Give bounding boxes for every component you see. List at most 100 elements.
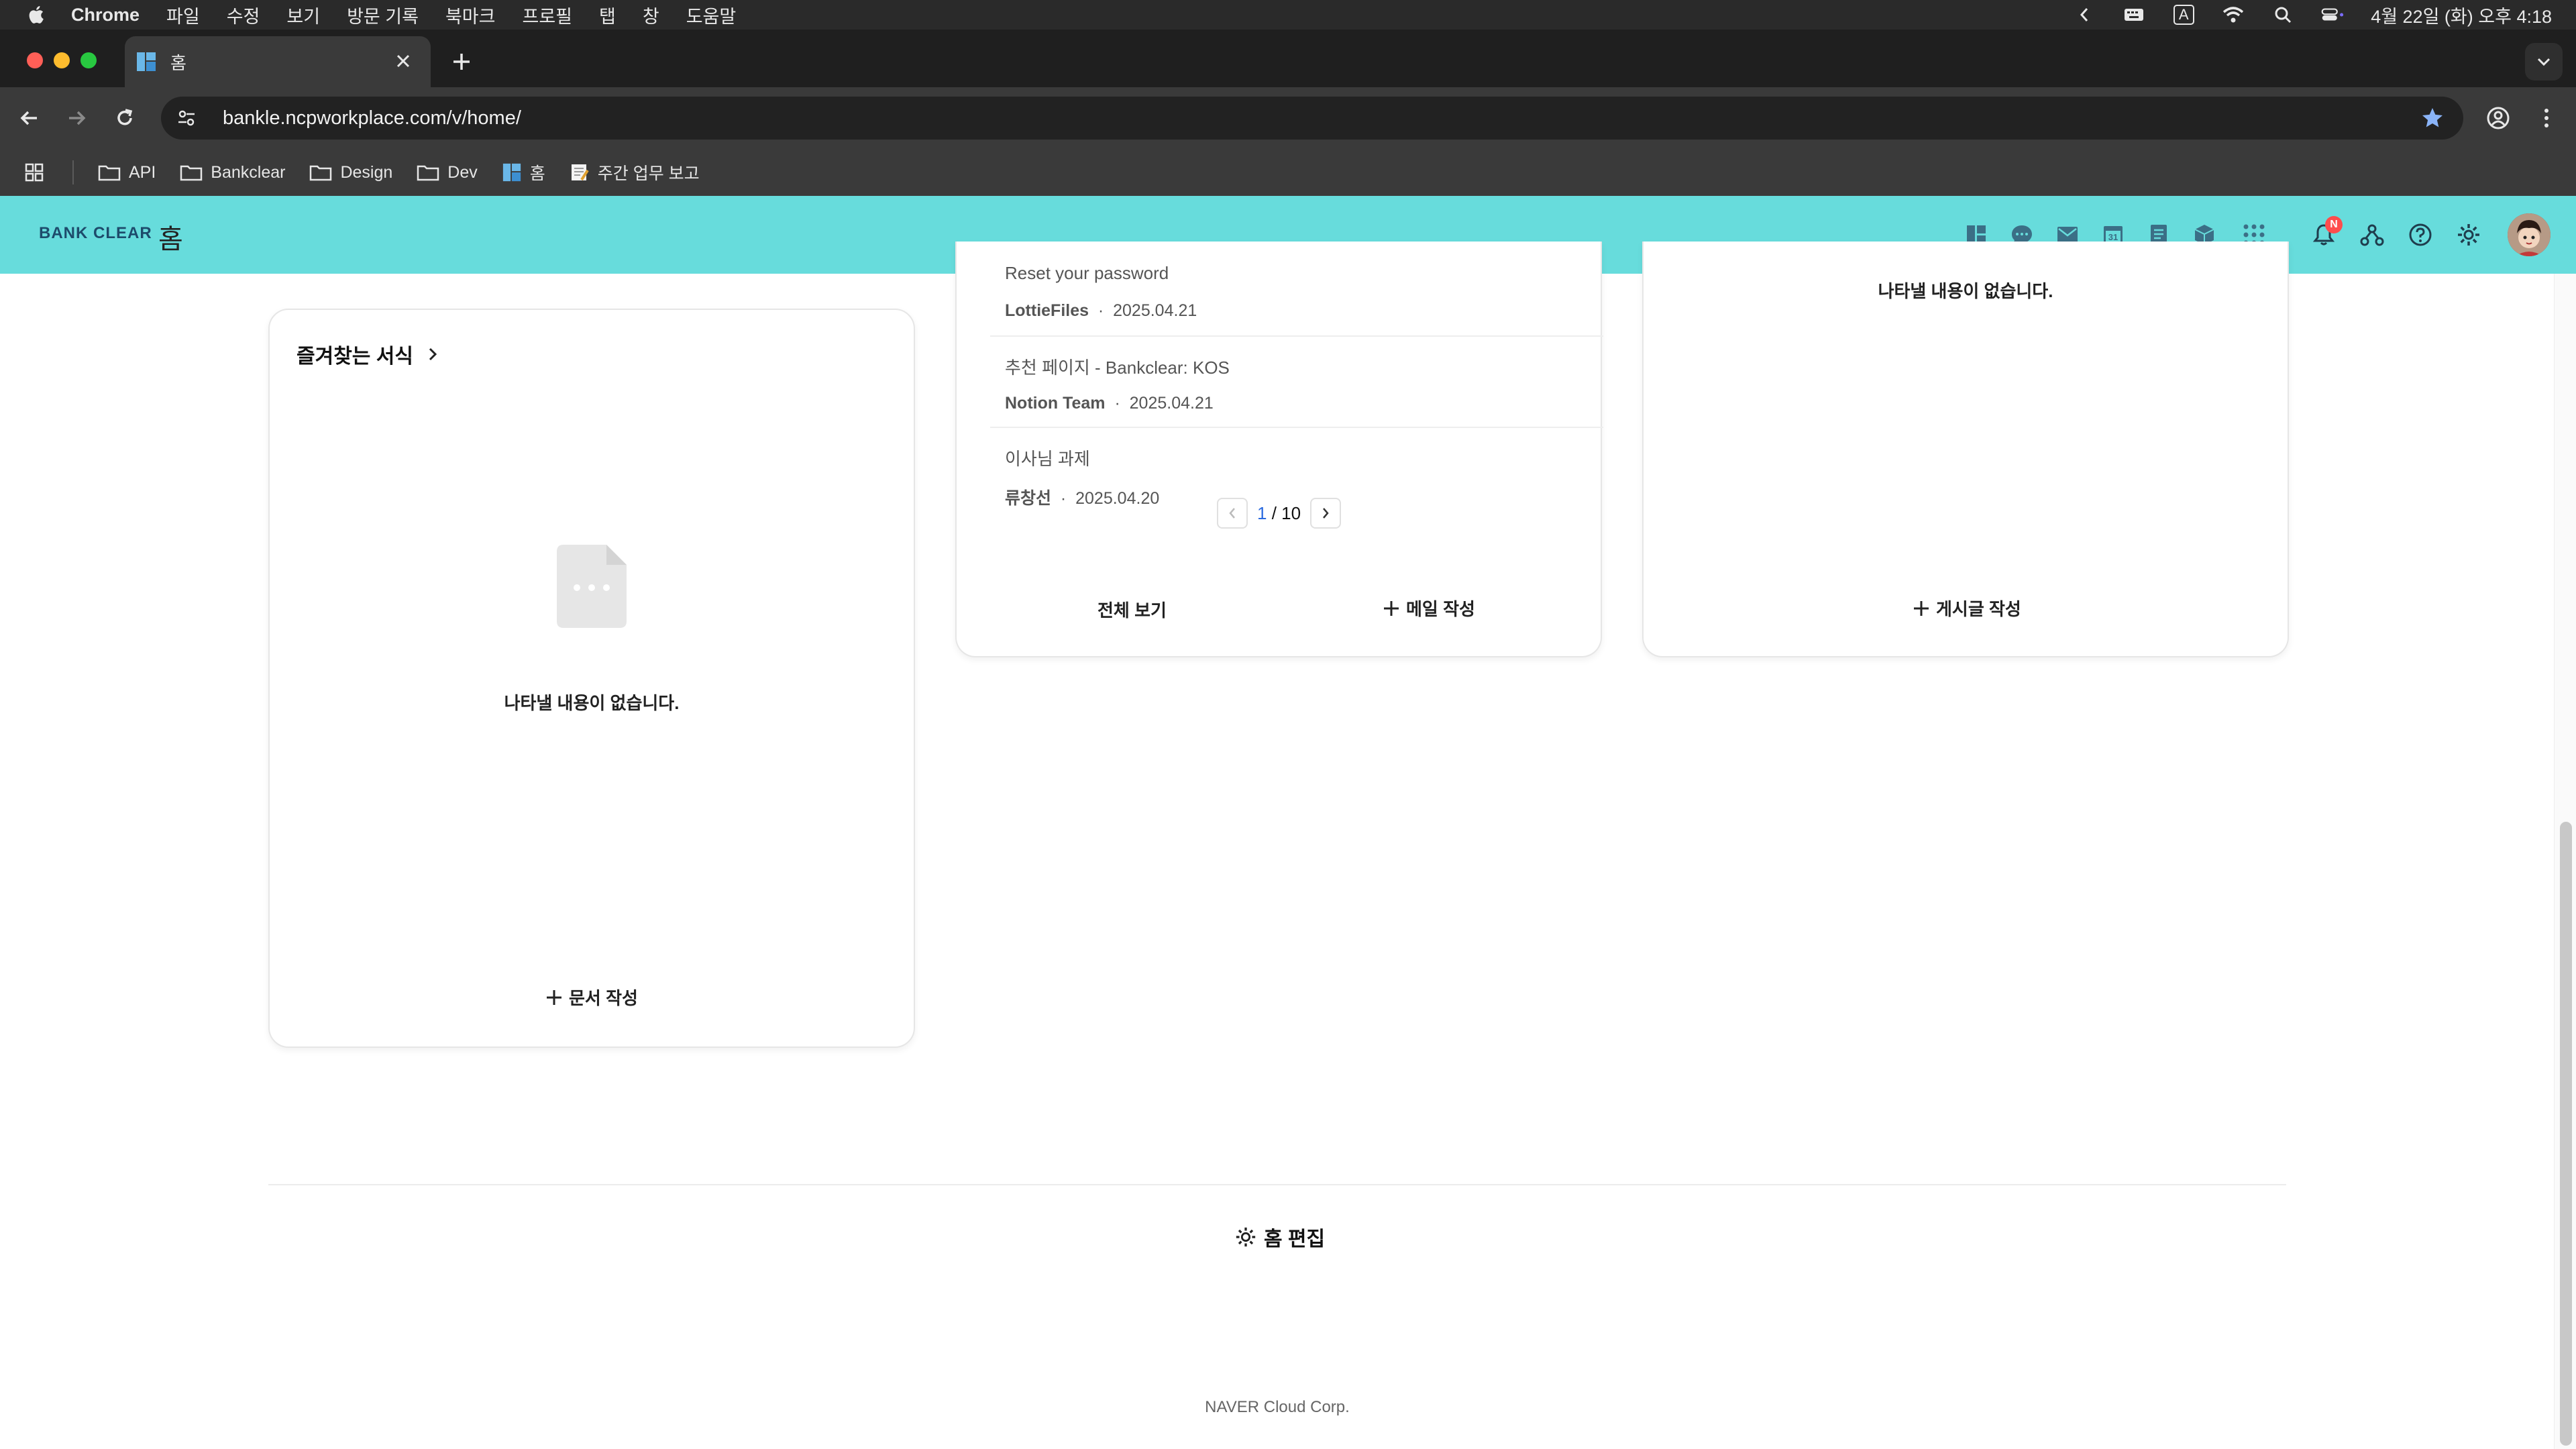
- home-edit-button[interactable]: 홈 편집: [1234, 1222, 1325, 1252]
- bookmark-label: 홈: [529, 164, 545, 183]
- arrow-left-icon: [20, 111, 37, 125]
- keyboard-icon[interactable]: [2123, 5, 2145, 25]
- write-post-button[interactable]: 게시글 작성: [1912, 596, 2021, 621]
- bookmark-label: API: [129, 162, 156, 182]
- workplace-favicon-icon: [137, 52, 156, 71]
- tab-search-button[interactable]: [2525, 43, 2563, 80]
- settings-button[interactable]: [2455, 221, 2482, 248]
- menu-history[interactable]: 방문 기록: [347, 2, 419, 28]
- bookmark-label: Design: [340, 162, 393, 182]
- apps-grid-icon: [25, 163, 44, 182]
- bookmark-star-icon[interactable]: [2420, 106, 2445, 130]
- spotlight-search-icon[interactable]: [2271, 5, 2294, 25]
- user-avatar-image: [2508, 213, 2551, 256]
- chevron-right-icon: [429, 347, 437, 361]
- mail-date: 2025.04.21: [1129, 394, 1214, 413]
- mail-divider: [990, 427, 1603, 428]
- menu-bookmarks[interactable]: 북마크: [445, 2, 496, 28]
- tab-title: 홈: [170, 52, 186, 73]
- chevron-right-icon: [1323, 508, 1329, 519]
- site-info-icon[interactable]: [173, 105, 200, 131]
- folder-icon: [98, 165, 121, 181]
- browser-menu-button[interactable]: [2530, 102, 2563, 134]
- window-close-button[interactable]: [27, 52, 43, 68]
- bookmark-folder-dev[interactable]: Dev: [417, 163, 478, 182]
- folder-icon: [417, 165, 439, 181]
- bookmark-weekly-report[interactable]: 주간 업무 보고: [570, 160, 700, 184]
- menu-app-name[interactable]: Chrome: [71, 5, 140, 25]
- page-title: 홈: [158, 225, 183, 254]
- mail-card: Reset your password LottieFiles · 2025.0…: [955, 241, 1603, 657]
- forward-button[interactable]: [62, 103, 91, 133]
- apps-grid-button[interactable]: [24, 162, 52, 182]
- menu-file[interactable]: 파일: [166, 2, 200, 28]
- view-all-label: 전체 보기: [1097, 600, 1167, 621]
- bookmark-folder-design[interactable]: Design: [309, 163, 392, 182]
- menu-tab[interactable]: 탭: [599, 2, 616, 28]
- bookmark-home[interactable]: 홈: [502, 160, 545, 184]
- write-document-label: 문서 작성: [569, 988, 638, 1008]
- notifications-button[interactable]: N: [2310, 216, 2343, 248]
- apple-icon[interactable]: [25, 3, 48, 26]
- favorite-forms-title-text: 즐겨찾는 서식: [297, 345, 413, 368]
- menu-window[interactable]: 창: [643, 2, 659, 28]
- compose-mail-label: 메일 작성: [1406, 599, 1475, 619]
- mail-list-item[interactable]: 추천 페이지 - Bankclear: KOS Notion Team · 20…: [1005, 354, 1589, 413]
- current-page: 1: [1257, 502, 1267, 523]
- reload-icon: [117, 109, 133, 125]
- menu-profiles[interactable]: 프로필: [522, 2, 572, 28]
- footer-divider: [268, 1184, 2286, 1185]
- arrow-right-icon: [69, 111, 86, 125]
- gear-icon: [1236, 1227, 1256, 1247]
- scrollbar-thumb[interactable]: [2560, 822, 2572, 1446]
- mail-subject: 추천 페이지 - Bankclear: KOS: [1005, 358, 1230, 378]
- chevron-left-icon[interactable]: [2073, 5, 2096, 25]
- url-text[interactable]: bankle.ncpworkplace.com/v/home/: [223, 107, 521, 129]
- next-page-button[interactable]: [1310, 498, 1342, 529]
- chevron-down-icon: [2537, 58, 2551, 66]
- address-bar[interactable]: bankle.ncpworkplace.com/v/home/: [161, 97, 2463, 140]
- window-zoom-button[interactable]: [80, 52, 97, 68]
- browser-tab-home[interactable]: 홈: [125, 36, 431, 87]
- bookmark-folder-api[interactable]: API: [98, 163, 156, 182]
- favorite-forms-title[interactable]: 즐겨찾는 서식: [297, 339, 439, 369]
- tab-close-icon[interactable]: [393, 51, 413, 71]
- menubar-clock[interactable]: 4월 22일 (화) 오후 4:18: [2371, 2, 2552, 28]
- memo-icon: [571, 164, 589, 181]
- prev-page-button[interactable]: [1217, 498, 1248, 529]
- folder-icon: [180, 165, 203, 181]
- bankclear-logo[interactable]: BANK CLEAR: [39, 224, 152, 243]
- organization-button[interactable]: [2359, 221, 2385, 248]
- write-document-button[interactable]: 문서 작성: [545, 985, 638, 1010]
- home-edit-label: 홈 편집: [1264, 1228, 1326, 1250]
- menu-help[interactable]: 도움말: [686, 2, 737, 28]
- view-all-mail-button[interactable]: 전체 보기: [1097, 597, 1167, 622]
- new-tab-plus-icon[interactable]: [448, 48, 475, 75]
- back-button[interactable]: [15, 103, 44, 133]
- browser-toolbar: bankle.ncpworkplace.com/v/home/: [0, 87, 2576, 149]
- macos-menubar: Chrome 파일 수정 보기 방문 기록 북마크 프로필 탭 창 도움말 A …: [0, 0, 2576, 30]
- mail-list-item[interactable]: Reset your password LottieFiles · 2025.0…: [1005, 263, 1589, 321]
- compose-mail-button[interactable]: 메일 작성: [1382, 596, 1475, 621]
- help-button[interactable]: [2407, 221, 2434, 248]
- notification-badge: N: [2325, 216, 2343, 233]
- profile-button[interactable]: [2482, 102, 2514, 134]
- user-avatar[interactable]: [2508, 213, 2551, 256]
- folder-icon: [310, 165, 332, 181]
- mail-subject: Reset your password: [1005, 263, 1169, 283]
- bookmark-folder-bankclear[interactable]: Bankclear: [180, 163, 285, 182]
- profile-icon: [2487, 107, 2510, 129]
- menu-edit[interactable]: 수정: [227, 2, 260, 28]
- window-minimize-button[interactable]: [54, 52, 70, 68]
- reload-button[interactable]: [110, 103, 140, 133]
- gear-icon: [2458, 224, 2479, 246]
- plus-icon: [547, 989, 561, 1005]
- logo-text-left: BANK: [39, 224, 89, 242]
- menu-view[interactable]: 보기: [286, 2, 320, 28]
- logo-text-right: CLEAR: [93, 224, 152, 242]
- mail-sender: LottieFiles: [1005, 301, 1089, 320]
- favorite-forms-empty-text: 나타낼 내용이 없습니다.: [504, 693, 680, 713]
- control-center-icon[interactable]: [2321, 5, 2344, 25]
- wifi-icon[interactable]: [2222, 5, 2245, 25]
- input-source-indicator[interactable]: A: [2172, 5, 2195, 25]
